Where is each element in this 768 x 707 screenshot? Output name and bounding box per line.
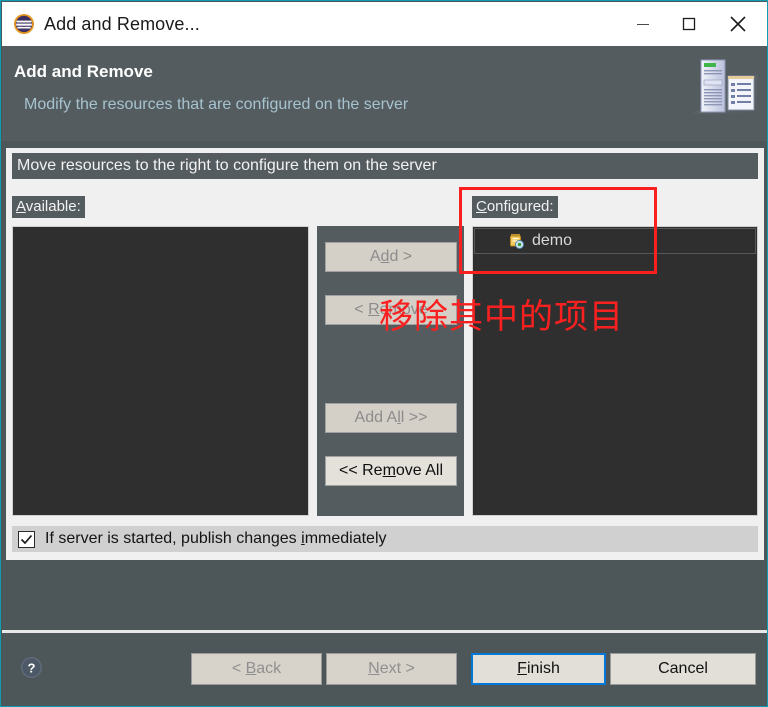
back-button-mnemonic: B: [245, 660, 257, 677]
available-list-label: Available:: [12, 196, 85, 218]
configured-list-label: Configured:: [472, 196, 558, 218]
cancel-button-text-before: Cancel: [658, 660, 708, 677]
add-button-text-before: A: [369, 248, 381, 265]
remove-button[interactable]: < Remove: [325, 295, 457, 325]
eclipse-logo-icon: [13, 13, 35, 35]
add-all-button-text-before: Add A: [354, 409, 398, 426]
back-button-text-before: <: [231, 660, 246, 677]
publish-immediately-checkbox[interactable]: [18, 530, 35, 548]
remove-all-button-mnemonic: m: [382, 462, 396, 479]
next-button-text-after: ext >: [379, 660, 415, 677]
module-package-icon: [508, 233, 524, 249]
configured-label-rest: onfigured:: [486, 198, 554, 215]
title-bar: Add and Remove...: [2, 2, 767, 46]
publish-label-after: mmediately: [304, 530, 387, 547]
list-item-label: demo: [532, 232, 573, 249]
minimize-button[interactable]: [620, 2, 666, 46]
add-button-text-after: d >: [389, 248, 413, 265]
content-panel: Move resources to the right to configure…: [6, 148, 764, 560]
help-question-icon[interactable]: ?: [20, 656, 43, 679]
maximize-button[interactable]: [666, 2, 712, 46]
remove-all-button-text-after: ove All: [395, 462, 444, 479]
remove-button-mnemonic: R: [368, 301, 380, 318]
next-button-mnemonic: N: [368, 660, 380, 677]
svg-text:?: ?: [28, 661, 36, 676]
finish-button[interactable]: Finish: [471, 653, 606, 685]
next-button[interactable]: Next >: [326, 653, 457, 685]
close-button[interactable]: [712, 2, 764, 46]
add-all-button[interactable]: Add All >>: [325, 403, 457, 433]
window-controls: [620, 2, 767, 46]
publish-label-before: If server is started, publish changes: [45, 530, 302, 547]
list-item[interactable]: demo: [474, 228, 756, 254]
header-banner: Add and Remove Modify the resources that…: [2, 46, 767, 141]
available-label-rest: vailable:: [25, 198, 81, 215]
server-and-document-icon: [684, 52, 764, 132]
back-button[interactable]: < Back: [191, 653, 322, 685]
dialog-window: Add and Remove... Add and Remove Modify …: [0, 0, 768, 707]
back-button-text-after: ack: [256, 660, 282, 677]
finish-button-text-after: inish: [526, 660, 560, 677]
available-list[interactable]: [12, 226, 309, 516]
configured-list[interactable]: demo: [472, 226, 758, 516]
publish-immediately-row[interactable]: If server is started, publish changes im…: [12, 526, 758, 552]
add-all-button-text-after: l >>: [400, 409, 428, 426]
publish-immediately-label: If server is started, publish changes im…: [45, 530, 387, 548]
available-label-mnemonic: A: [16, 198, 26, 215]
remove-button-text-before: <: [354, 301, 369, 318]
cancel-button[interactable]: Cancel: [610, 653, 756, 685]
finish-button-mnemonic: F: [517, 660, 527, 677]
remove-all-button-text-before: << Re: [338, 462, 383, 479]
add-button[interactable]: Add >: [325, 242, 457, 272]
remove-all-button[interactable]: << Remove All: [325, 456, 457, 486]
remove-button-text-after: emove: [379, 301, 428, 318]
page-title: Add and Remove: [14, 62, 153, 81]
window-title: Add and Remove...: [44, 13, 200, 34]
instruction-label: Move resources to the right to configure…: [12, 153, 758, 179]
page-description: Modify the resources that are configured…: [24, 96, 409, 113]
configured-label-mnemonic: C: [476, 198, 487, 215]
transfer-button-panel: Add > < Remove Add All >> << Remove All: [317, 226, 464, 516]
